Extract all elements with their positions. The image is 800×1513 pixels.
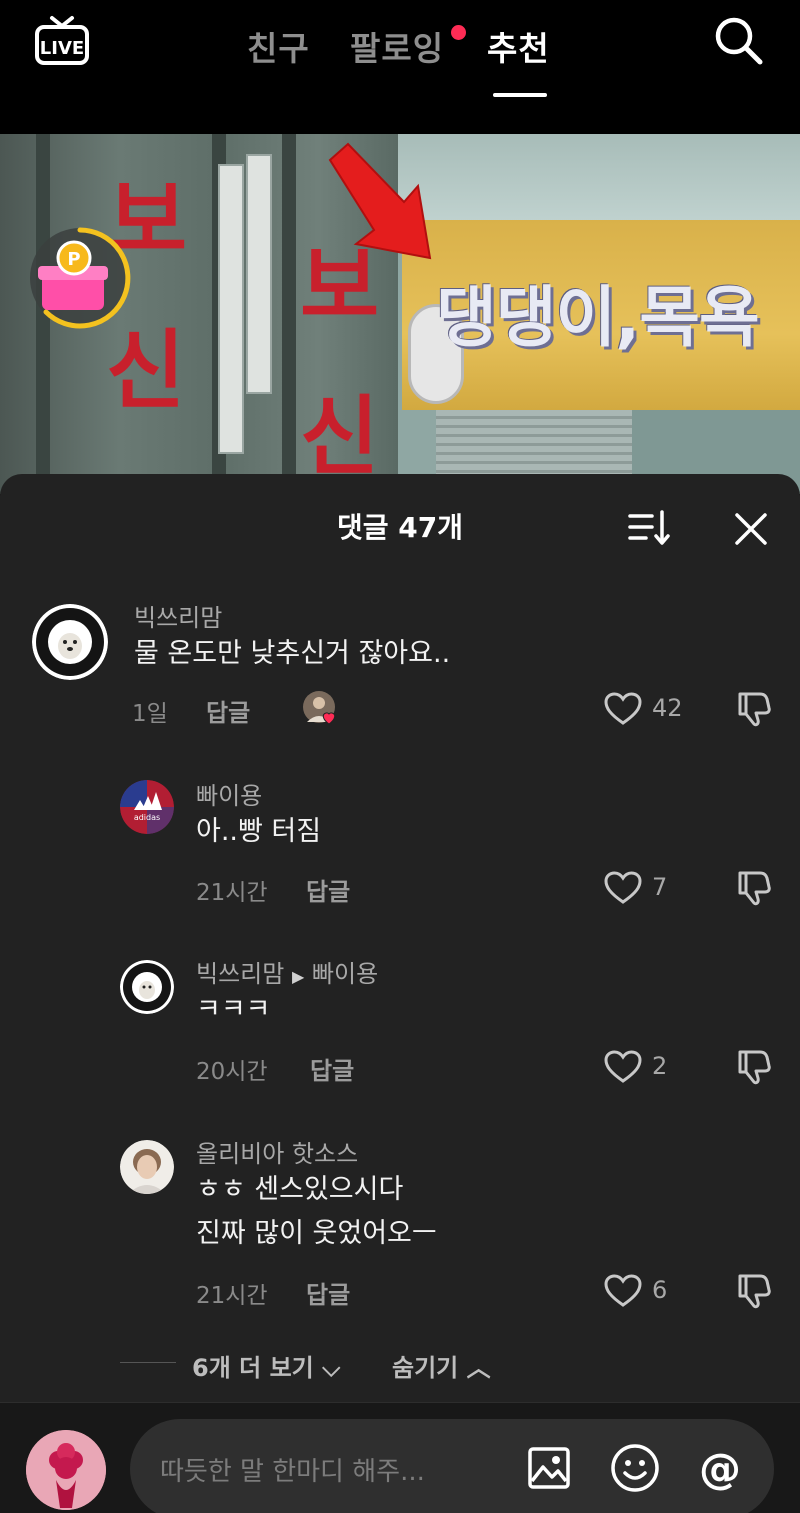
dislike-icon[interactable] [734,869,772,907]
sort-icon[interactable] [626,508,672,548]
dislike-icon[interactable] [734,1272,772,1310]
chevron-up-icon: ︿ [466,1354,491,1382]
chevron-down-icon: ⌵ [322,1354,341,1382]
like-count: 42 [652,694,683,722]
comment-text: 물 온도만 낮추신거 잖아요.. [134,638,451,669]
sign-character: 신 [106,321,186,421]
comment-text: ㅋㅋㅋ [196,994,271,1025]
comments-sheet: 댓글 47개 빅쓰리맘 물 온도만 낮추신거 잖아요.. 1일 답글 42 ad… [0,474,800,1513]
close-icon[interactable] [732,510,770,548]
svg-text:P: P [67,249,80,270]
tab-friends[interactable]: 친구 [247,22,310,70]
replies-toggle-row: 6개 더 보기 ⌵ 숨기기 ︿ [0,1344,800,1384]
reward-coin-icon[interactable]: P [26,224,134,332]
comment-text: 아..빵 터짐 [196,816,322,847]
red-arrow-icon [328,142,432,260]
svg-text:adidas: adidas [134,813,160,822]
like-count: 7 [652,873,668,901]
video-player[interactable]: 보 신 보 신 댕댕이,목욕 P [0,134,800,494]
comment-username[interactable]: 올리비아 핫소스 [196,1134,358,1169]
view-more-label: 6개 더 보기 [192,1354,314,1382]
reply-arrow-icon: ▶ [291,967,305,986]
like-count: 2 [652,1052,668,1080]
my-avatar[interactable] [26,1430,106,1510]
tab-following[interactable]: 팔로잉 [350,22,444,70]
hide-replies-button[interactable]: 숨기기 ︿ [392,1348,491,1383]
dislike-icon[interactable] [734,690,772,728]
divider [120,1362,176,1363]
comment-username[interactable]: 빅쓰리맘 [134,598,222,633]
svg-text:@: @ [699,1444,741,1493]
emoji-icon[interactable] [610,1443,660,1493]
reply-to-username[interactable]: 빠이용 [312,960,378,988]
user-avatar[interactable] [120,1140,174,1194]
like-heart-icon[interactable] [604,871,642,905]
comment-timestamp: 21시간 [196,1283,268,1309]
comments-count-title: 댓글 47개 [337,511,463,544]
hide-label: 숨기기 [392,1354,459,1382]
comment-input[interactable]: 따듯한 말 한마디 해주... @ [130,1419,774,1513]
like-count: 6 [652,1276,668,1304]
comment-timestamp: 21시간 [196,880,268,906]
view-more-replies-button[interactable]: 6개 더 보기 ⌵ [192,1348,340,1383]
comment-composer-bar: 따듯한 말 한마디 해주... @ [0,1402,800,1513]
comment-username-primary[interactable]: 빅쓰리맘 [196,960,284,988]
user-avatar[interactable] [120,960,174,1014]
search-icon[interactable] [712,14,764,66]
reply-button[interactable]: 답글 [310,1051,354,1086]
top-navigation-bar: LIVE 친구 팔로잉 추천 [0,0,800,134]
user-avatar[interactable]: adidas [120,780,174,834]
comment-username[interactable]: 빠이용 [196,776,262,811]
active-tab-indicator [493,93,547,97]
tab-recommend[interactable]: 추천 [487,22,550,70]
comment-text-line-1: ㅎㅎ 센스있으시다 [196,1174,404,1205]
like-heart-icon[interactable] [604,1274,642,1308]
sign-character: 신 [300,387,380,487]
comment-timestamp: 1일 [132,701,168,727]
reply-button[interactable]: 답글 [206,693,250,728]
feed-tabs: 친구 팔로잉 추천 [0,14,800,97]
storefront-window [398,134,800,222]
creator-liked-icon [303,691,336,725]
dislike-icon[interactable] [734,1048,772,1086]
small-signboard [246,154,272,394]
like-heart-icon[interactable] [604,692,642,726]
user-avatar[interactable] [32,604,108,680]
shop-sign-text: 댕댕이,목욕 [436,279,760,356]
comment-input-placeholder: 따듯한 말 한마디 해주... [160,1457,425,1487]
comment-username: 빅쓰리맘 ▶ 빠이용 [196,954,378,989]
mention-icon[interactable]: @ [694,1443,746,1495]
image-icon[interactable] [526,1445,572,1491]
comment-text-line-2: 진짜 많이 웃었어오ㅡ [196,1218,437,1249]
door-frame [282,134,296,494]
small-signboard [218,164,244,454]
notification-dot [451,25,466,40]
reply-button[interactable]: 답글 [306,1275,350,1310]
comment-timestamp: 20시간 [196,1059,268,1085]
like-heart-icon[interactable] [604,1050,642,1084]
reply-button[interactable]: 답글 [306,872,350,907]
